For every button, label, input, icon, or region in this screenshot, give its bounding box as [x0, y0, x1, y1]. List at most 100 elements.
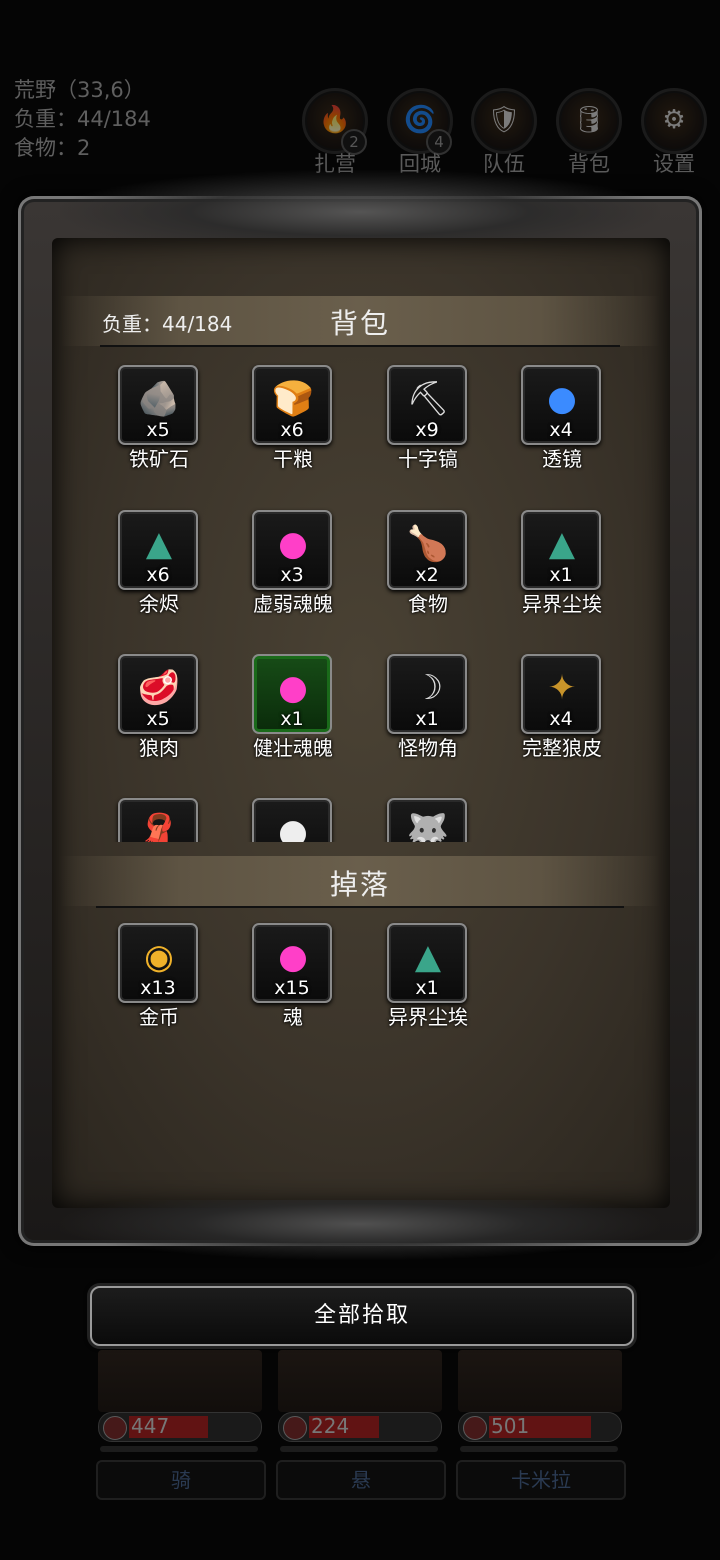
item-slot[interactable]: ✦ x4 完整狼皮 [495, 654, 629, 764]
item-name: 怪物角 [398, 736, 458, 760]
item-slot[interactable]: 🥩 x5 狼肉 [92, 654, 226, 764]
item-name: 铁矿石 [129, 447, 189, 471]
item-slot[interactable]: 🪨 x5 铁矿石 [92, 365, 226, 475]
item-qty: x6 [146, 564, 170, 586]
item-qty: x2 [415, 564, 439, 586]
energy-bar [100, 1446, 258, 1452]
drop-slot[interactable]: ● x15 魂 [226, 923, 360, 1033]
item-qty: x3 [280, 564, 304, 586]
item-slot-selected[interactable]: ● x1 健壮魂魄 [226, 654, 360, 764]
item-name: 食物 [408, 592, 448, 616]
gold-coins-icon: ◉ [144, 937, 174, 977]
item-slot[interactable]: ● x4 透镜 [495, 365, 629, 475]
item-slot[interactable]: ▲ x6 余烬 [92, 510, 226, 620]
drop-slot[interactable]: ◉ x13 金币 [92, 923, 226, 1033]
hp-value: 447 [131, 1414, 170, 1438]
item-qty: x13 [140, 977, 176, 999]
team-button[interactable]: 🛡 队伍 [471, 88, 537, 178]
frame-ornament [60, 1200, 660, 1260]
pickup-all-button[interactable]: 全部拾取 [90, 1286, 634, 1346]
item-name: 透镜 [542, 447, 582, 471]
item-name: 完整狼皮 [522, 736, 602, 760]
return-town-button[interactable]: 🌀 4 回城 [387, 88, 453, 178]
item-slot[interactable]: ⛏ x9 十字镐 [361, 365, 495, 475]
energy-bar [280, 1446, 438, 1452]
hero-portrait [458, 1350, 622, 1412]
hero-portrait [278, 1350, 442, 1412]
item-qty: x1 [415, 708, 439, 730]
wolf-pelt-icon: ✦ [547, 668, 577, 708]
divider [100, 345, 620, 347]
hp-value: 224 [311, 1414, 350, 1438]
item-qty: x4 [549, 419, 573, 441]
item-slot[interactable]: ▲ x1 异界尘埃 [495, 510, 629, 620]
item-slot[interactable]: ☽ x1 怪物角 [361, 654, 495, 764]
soul-flame-icon: ● [278, 668, 308, 708]
item-qty: x1 [415, 977, 439, 999]
item-qty: x5 [146, 708, 170, 730]
item-name: 十字镐 [398, 447, 458, 471]
hp-bar: 501 [458, 1412, 622, 1442]
drop-slot[interactable]: ▲ x1 异界尘埃 [361, 923, 495, 1033]
item-name: 金币 [139, 1005, 179, 1029]
no-icon [283, 1416, 307, 1440]
item-qty: x5 [146, 419, 170, 441]
hero-card[interactable]: 447 骑 [94, 1350, 266, 1500]
energy-bar [460, 1446, 618, 1452]
hero-portrait [98, 1350, 262, 1412]
backpack-scroll-clip: 🧣 ● 🐺 [60, 790, 660, 842]
hero-card[interactable]: 224 悬 [274, 1350, 446, 1500]
dust-pile-icon: ▲ [548, 524, 576, 564]
iron-ore-icon: 🪨 [137, 379, 181, 419]
return-town-badge: 4 [426, 129, 452, 155]
meat-leg-icon: 🍗 [406, 524, 450, 564]
hero-name: 骑 [96, 1460, 266, 1500]
drops-title: 掉落 [330, 868, 391, 901]
item-slot[interactable]: 🐺 [361, 798, 495, 842]
item-qty: x15 [274, 977, 310, 999]
barrel-icon: 🛢 [572, 105, 606, 135]
item-qty: x1 [280, 708, 304, 730]
item-name: 狼肉 [139, 736, 179, 760]
dust-pile-icon: ▲ [145, 524, 173, 564]
soul-flame-icon: ● [278, 524, 308, 564]
load-text: 负重：44/184 [14, 107, 151, 131]
skull-icon: ● [278, 812, 308, 842]
item-qty: x9 [415, 419, 439, 441]
hp-bar: 447 [98, 1412, 262, 1442]
backpack-load: 负重：44/184 [102, 312, 233, 336]
hp-value: 501 [491, 1414, 530, 1438]
no-icon [463, 1416, 487, 1440]
hero-name: 悬 [276, 1460, 446, 1500]
item-slot[interactable]: 🧣 [92, 798, 226, 842]
soul-flame-icon: ● [278, 937, 308, 977]
item-slot[interactable]: 🍞 x6 干粮 [226, 365, 360, 475]
camp-badge: 2 [341, 129, 367, 155]
item-slot[interactable]: ● x3 虚弱魂魄 [226, 510, 360, 620]
frame-ornament [60, 170, 660, 240]
banner-icon: 🛡 [487, 105, 521, 135]
item-qty: x6 [280, 419, 304, 441]
backpack-button[interactable]: 🛢 背包 [556, 88, 622, 178]
item-slot[interactable]: ● [226, 798, 360, 842]
raw-meat-icon: 🥩 [137, 668, 181, 708]
item-slot[interactable]: 🍗 x2 食物 [361, 510, 495, 620]
item-name: 干粮 [273, 447, 313, 471]
hero-name: 卡米拉 [456, 1460, 626, 1500]
bread-icon: 🍞 [271, 379, 315, 419]
settings-button[interactable]: ⚙ 设置 [641, 88, 707, 178]
item-name: 异界尘埃 [522, 592, 602, 616]
item-qty: x4 [549, 708, 573, 730]
wolf-icon: 🐺 [406, 812, 450, 842]
dust-pile-icon: ▲ [414, 937, 442, 977]
backpack-title: 背包 [330, 307, 391, 340]
food-text: 食物：2 [14, 136, 91, 160]
cloth-icon: 🧣 [137, 812, 181, 842]
item-qty: x1 [549, 564, 573, 586]
location-text: 荒野（33,6） [14, 78, 145, 102]
gear-icon: ⚙ [662, 105, 686, 135]
camp-button[interactable]: 🔥 2 扎营 [302, 88, 368, 178]
no-icon [103, 1416, 127, 1440]
horn-icon: ☽ [412, 668, 444, 708]
hero-card[interactable]: 501 卡米拉 [454, 1350, 626, 1500]
